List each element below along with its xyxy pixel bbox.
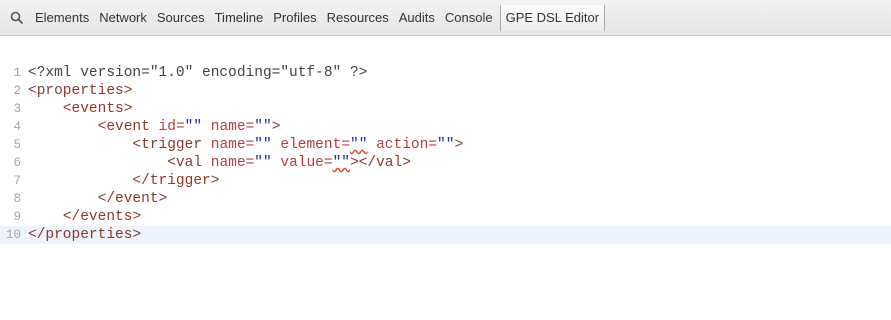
line-code: <properties> — [28, 83, 133, 99]
code-line[interactable]: 7 </trigger> — [0, 172, 891, 190]
tab-timeline[interactable]: Timeline — [210, 0, 269, 36]
line-number: 10 — [5, 228, 21, 242]
tab-elements[interactable]: Elements — [30, 0, 94, 36]
code-line[interactable]: 4 <event id="" name=""> — [0, 118, 891, 136]
line-code: <event id="" name=""> — [97, 119, 281, 135]
line-number: 8 — [13, 192, 21, 206]
code-line[interactable]: 2 <properties> — [0, 82, 891, 100]
tab-profiles[interactable]: Profiles — [268, 0, 321, 36]
line-code: <?xml version="1.0" encoding="utf-8" ?> — [28, 65, 368, 81]
code-line[interactable]: 3 <events> — [0, 100, 891, 118]
code-line[interactable]: 6 <val name="" value=""></val> — [0, 154, 891, 172]
code-editor[interactable]: 1 <?xml version="1.0" encoding="utf-8" ?>… — [0, 36, 891, 320]
line-number: 9 — [13, 210, 21, 224]
line-code: <trigger name="" element="" action=""> — [132, 137, 464, 153]
code-line[interactable]: 5 <trigger name="" element="" action=""> — [0, 136, 891, 154]
line-code: </events> — [62, 209, 142, 225]
line-code: <val name="" value=""></val> — [167, 155, 411, 171]
tab-audits[interactable]: Audits — [394, 0, 440, 36]
search-icon — [10, 11, 24, 24]
code-line[interactable]: 9 </events> — [0, 208, 891, 226]
tab-resources[interactable]: Resources — [322, 0, 394, 36]
line-number: 1 — [13, 66, 21, 80]
code-line[interactable]: 1 <?xml version="1.0" encoding="utf-8" ?> — [0, 64, 891, 82]
line-code: </properties> — [28, 227, 142, 243]
line-number: 3 — [13, 102, 21, 116]
code-lines: 1 <?xml version="1.0" encoding="utf-8" ?>… — [0, 64, 891, 244]
line-number: 5 — [13, 138, 21, 152]
line-number: 2 — [13, 84, 21, 98]
tab-gpe-dsl-editor[interactable]: GPE DSL Editor — [499, 4, 606, 31]
line-code: <events> — [62, 101, 133, 117]
tab-console[interactable]: Console — [440, 0, 498, 36]
search-button[interactable] — [4, 0, 30, 36]
line-code: </event> — [97, 191, 168, 207]
line-number: 4 — [13, 120, 21, 134]
devtools-toolbar: Elements Network Sources Timeline Profil… — [0, 0, 891, 36]
code-line[interactable]: 8 </event> — [0, 190, 891, 208]
tab-sources[interactable]: Sources — [152, 0, 210, 36]
code-line[interactable]: 10 </properties> — [0, 226, 891, 244]
tab-network[interactable]: Network — [94, 0, 152, 36]
line-number: 7 — [13, 174, 21, 188]
line-code: </trigger> — [132, 173, 220, 189]
line-number: 6 — [13, 156, 21, 170]
